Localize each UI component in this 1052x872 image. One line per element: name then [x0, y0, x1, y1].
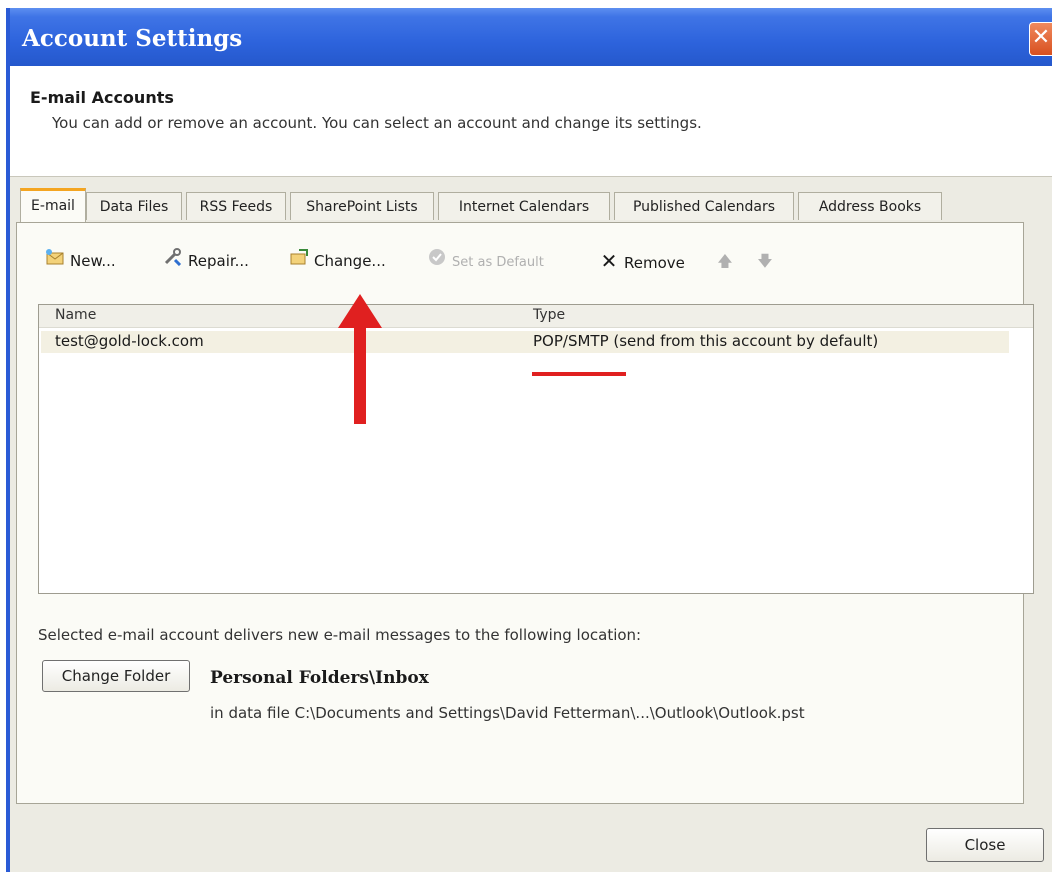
folder-path: in data file C:\Documents and Settings\D… [210, 704, 805, 722]
tab-data-files[interactable]: Data Files [86, 192, 182, 220]
window-title: Account Settings [22, 25, 243, 52]
repair-button[interactable]: Repair... [162, 248, 249, 274]
annotation-arrow [338, 294, 382, 424]
set-as-default-button[interactable]: Set as Default [426, 248, 544, 274]
change-icon [288, 248, 310, 274]
change-folder-button[interactable]: Change Folder [42, 660, 190, 692]
arrow-down-icon: 🡇 [757, 252, 773, 270]
move-down-button[interactable]: 🡇 [754, 248, 780, 274]
remove-button[interactable]: ✕ Remove [598, 248, 685, 274]
list-header: Name Type [39, 305, 1033, 328]
account-type-cell: POP/SMTP (send from this account by defa… [533, 332, 879, 350]
account-list[interactable]: Name Type test@gold-lock.com POP/SMTP (s… [38, 304, 1034, 594]
header-title: E-mail Accounts [30, 88, 174, 107]
annotation-underline [532, 372, 626, 376]
tab-address-books[interactable]: Address Books [798, 192, 942, 220]
close-window-button[interactable]: ✕ [1029, 22, 1052, 56]
repair-icon [162, 248, 184, 274]
close-icon: ✕ [1031, 25, 1051, 50]
tab-rss-feeds[interactable]: RSS Feeds [186, 192, 286, 220]
change-button[interactable]: Change... [288, 248, 386, 274]
tab-internet-calendars[interactable]: Internet Calendars [438, 192, 610, 220]
move-up-button[interactable]: 🡅 [714, 248, 740, 274]
new-mail-icon [44, 248, 66, 274]
tab-email[interactable]: E-mail [20, 188, 86, 222]
tab-published-calendars[interactable]: Published Calendars [614, 192, 794, 220]
column-header-type[interactable]: Type [533, 307, 565, 323]
header-description: You can add or remove an account. You ca… [52, 114, 702, 132]
account-name-cell: test@gold-lock.com [55, 332, 204, 350]
column-header-name[interactable]: Name [55, 307, 96, 323]
tab-sharepoint-lists[interactable]: SharePoint Lists [290, 192, 434, 220]
title-bar: Account Settings ✕ [10, 8, 1052, 66]
header-section: E-mail Accounts You can add or remove an… [10, 66, 1052, 177]
table-row[interactable]: test@gold-lock.com POP/SMTP (send from t… [41, 331, 1009, 353]
folder-name: Personal Folders\Inbox [210, 668, 429, 688]
close-button[interactable]: Close [926, 828, 1044, 862]
new-button[interactable]: New... [44, 248, 116, 274]
remove-x-icon: ✕ [600, 249, 618, 273]
check-circle-icon [426, 248, 448, 274]
delivery-location-text: Selected e-mail account delivers new e-m… [38, 626, 642, 644]
arrow-up-icon: 🡅 [717, 252, 733, 270]
